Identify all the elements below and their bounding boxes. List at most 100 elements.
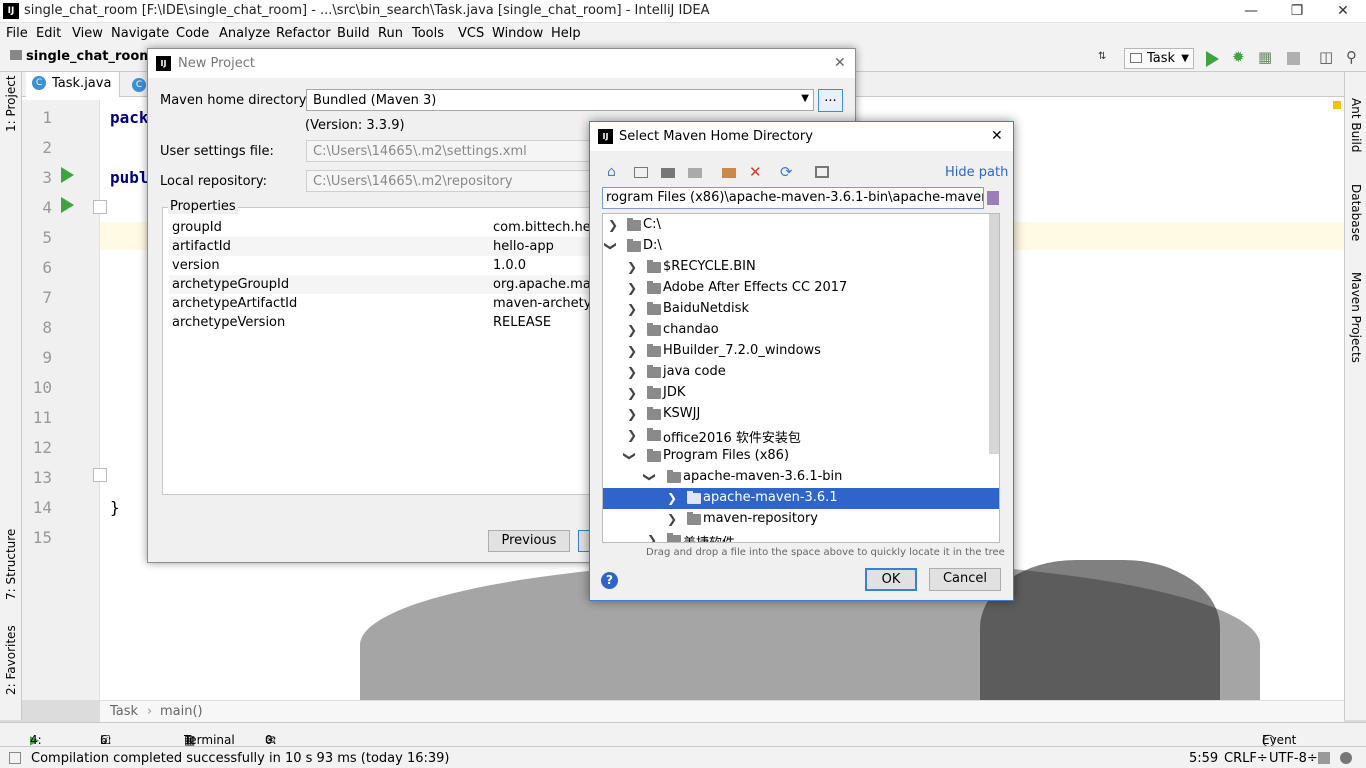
show-hidden-icon[interactable]	[815, 166, 829, 178]
menu-window[interactable]: Window	[492, 26, 543, 41]
favorites-tool-tab[interactable]: 2: Favorites	[4, 625, 18, 695]
tree-node[interactable]: ❯ Program Files (x86)	[603, 446, 999, 467]
menu-tools[interactable]: Tools	[412, 26, 444, 41]
hide-path-link[interactable]: Hide path	[945, 165, 1008, 180]
project-crumb[interactable]: single_chat_room	[10, 49, 153, 64]
breadcrumb-method[interactable]: main()	[160, 704, 203, 719]
stop-icon[interactable]	[1287, 52, 1300, 65]
tree-node[interactable]: ❯ Adobe After Effects CC 2017	[603, 278, 999, 299]
run-gutter-icon[interactable]	[61, 197, 74, 213]
history-icon[interactable]	[987, 191, 999, 205]
menu-view[interactable]: View	[72, 26, 103, 41]
property-key: archetypeArtifactId	[172, 296, 298, 311]
chevron-down-icon: ❯	[604, 240, 619, 252]
title-bar: IJ single_chat_room [F:\IDE\single_chat_…	[0, 0, 1366, 23]
maven-home-select[interactable]: Bundled (Maven 3) ▼	[306, 89, 814, 111]
property-value: 1.0.0	[493, 258, 527, 273]
file-encoding[interactable]: UTF-8÷	[1269, 751, 1318, 766]
tree-node[interactable]: ❯ KSWJJ	[603, 404, 999, 425]
previous-button[interactable]: Previous	[488, 530, 570, 552]
close-icon[interactable]: ✕	[834, 55, 846, 71]
menu-analyze[interactable]: Analyze	[219, 26, 270, 41]
run-icon[interactable]	[1206, 51, 1219, 67]
tree-node[interactable]: ❯ JDK	[603, 383, 999, 404]
line-number: 1	[42, 108, 52, 127]
terminal-tool-label: Terminal	[184, 733, 235, 747]
browse-button[interactable]: ...	[818, 89, 843, 112]
tree-node[interactable]: ❯ chandao	[603, 320, 999, 341]
search-icon[interactable]: ⚲	[1346, 48, 1362, 66]
property-value: RELEASE	[493, 315, 552, 330]
run-gutter-icon[interactable]	[61, 167, 74, 183]
refresh-icon[interactable]: ⟳	[780, 163, 793, 181]
run-config-select[interactable]: Task ▼	[1124, 48, 1194, 69]
coverage-icon[interactable]: ▦	[1258, 48, 1274, 66]
fold-icon[interactable]	[93, 200, 107, 214]
fold-icon[interactable]	[93, 468, 107, 482]
menu-code[interactable]: Code	[176, 26, 209, 41]
menu-build[interactable]: Build	[337, 26, 370, 41]
menu-run[interactable]: Run	[378, 26, 403, 41]
local-repo-field[interactable]: C:\Users\14665\.m2\repository	[306, 170, 596, 192]
lock-icon[interactable]	[1318, 752, 1330, 764]
tree-node[interactable]: ❯ office2016 软件安装包	[603, 425, 999, 446]
close-icon[interactable]: ✕	[991, 128, 1003, 144]
tree-node[interactable]: ❯ java code	[603, 362, 999, 383]
inspector-icon[interactable]	[1340, 752, 1352, 764]
path-input[interactable]: rogram Files (x86)\apache-maven-3.6.1-bi…	[602, 187, 984, 209]
project-structure-icon[interactable]: ◫	[1319, 48, 1335, 66]
chevron-down-icon: ▼	[1181, 53, 1189, 64]
tree-node[interactable]: ❯ BaiduNetdisk	[603, 299, 999, 320]
help-icon[interactable]: ?	[601, 572, 618, 589]
line-separator[interactable]: CRLF÷	[1224, 751, 1268, 766]
tree-node[interactable]: ❯ C:\	[603, 215, 999, 236]
menu-refactor[interactable]: Refactor	[276, 26, 331, 41]
tab-task-java[interactable]: C Task.java	[26, 72, 121, 97]
menu-edit[interactable]: Edit	[36, 26, 61, 41]
new-folder-icon[interactable]	[722, 168, 736, 178]
sort-icon[interactable]: ⇅	[1098, 51, 1114, 67]
tree-node[interactable]: ❯ maven-repository	[603, 509, 999, 530]
chevron-right-icon: ❯	[627, 260, 638, 274]
chevron-down-icon: ❯	[623, 450, 638, 462]
database-tool-tab[interactable]: Database	[1349, 184, 1363, 241]
menu-navigate[interactable]: Navigate	[111, 26, 169, 41]
caret-position[interactable]: 5:59	[1189, 751, 1218, 766]
intellij-logo-icon: IJ	[156, 56, 171, 71]
desktop-icon[interactable]	[634, 167, 648, 178]
project-tool-tab[interactable]: 1: Project	[4, 75, 18, 132]
cancel-button[interactable]: Cancel	[929, 568, 1001, 591]
debug-icon[interactable]: ✹	[1232, 48, 1248, 66]
line-number: 6	[42, 258, 52, 277]
menu-help[interactable]: Help	[551, 26, 581, 41]
folder-icon	[647, 344, 661, 357]
tree-node-label: Adobe After Effects CC 2017	[663, 280, 848, 295]
restore-button[interactable]: ❐	[1274, 0, 1320, 23]
user-settings-field[interactable]: C:\Users\14665\.m2\settings.xml	[306, 140, 596, 162]
delete-icon[interactable]: ✕	[749, 163, 762, 181]
tree-scrollbar[interactable]	[989, 214, 999, 454]
tree-node-label: D:\	[643, 238, 662, 253]
tree-node[interactable]: ❯ D:\	[603, 236, 999, 257]
tree-node[interactable]: ❯ 美捷软件	[603, 530, 999, 542]
tree-node[interactable]: ❯ $RECYCLE.BIN	[603, 257, 999, 278]
ant-build-tool-tab[interactable]: Ant Build	[1349, 98, 1363, 152]
tree-node-label: 美捷软件	[683, 532, 735, 542]
menu-file[interactable]: File	[6, 26, 28, 41]
project-folder-icon[interactable]	[661, 168, 675, 178]
status-toggle-icon[interactable]	[9, 752, 21, 764]
tree-node-label: C:\	[643, 217, 661, 232]
ok-button[interactable]: OK	[865, 568, 917, 591]
breadcrumb-class[interactable]: Task	[110, 704, 138, 719]
dialog-title: New Project	[178, 56, 255, 71]
tree-node[interactable]: ❯ HBuilder_7.2.0_windows	[603, 341, 999, 362]
menu-vcs[interactable]: VCS	[458, 26, 484, 41]
structure-tool-tab[interactable]: 7: Structure	[4, 529, 18, 600]
minimize-button[interactable]: —	[1228, 0, 1274, 23]
tree-node[interactable]: ❯ apache-maven-3.6.1-bin	[603, 467, 999, 488]
module-folder-icon[interactable]	[688, 168, 702, 178]
close-button[interactable]: ✕	[1320, 0, 1366, 23]
maven-projects-tool-tab[interactable]: Maven Projects	[1349, 272, 1363, 363]
home-icon[interactable]: ⌂	[607, 164, 616, 180]
tree-node-selected[interactable]: ❯ apache-maven-3.6.1	[603, 488, 999, 509]
